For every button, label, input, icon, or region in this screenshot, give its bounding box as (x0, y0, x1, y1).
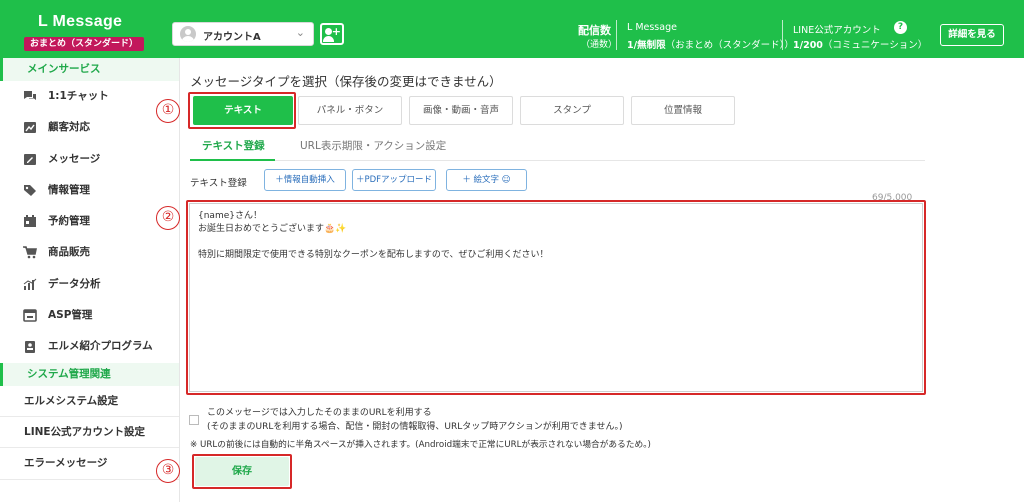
sidebar-item-label: 商品販売 (48, 246, 90, 259)
raw-url-option-note: (そのままのURLを利用する場合、配信・開封の情報取得、URLタップ時アクション… (207, 422, 623, 432)
top-header: L Message おまとめ（スタンダード） アカウントA ⌄ + 配信数 （通… (0, 0, 1024, 58)
help-icon[interactable]: ? (894, 21, 907, 34)
insert-info-button[interactable]: ＋情報自動挿入 (264, 169, 346, 191)
sidebar-item-label: エルメシステム設定 (24, 394, 119, 407)
sidebar-item-error-message[interactable]: エラーメッセージ (0, 448, 179, 480)
message-icon (24, 153, 36, 165)
emoji-button-label: ＋ 絵文字 (462, 175, 500, 185)
sidebar-item-reservation[interactable]: 予約管理 (0, 206, 179, 237)
page-title: メッセージタイプを選択（保存後の変更はできません） (190, 74, 502, 89)
annotation-marker-2: ② (156, 206, 180, 230)
tab-url-settings[interactable]: URL表示期限・アクション設定 (300, 138, 446, 153)
annotation-box-text-tab (188, 92, 296, 129)
sidebar-item-label: エラーメッセージ (24, 457, 108, 470)
sidebar-section-system: システム管理関連 (0, 362, 179, 386)
raw-url-option-label: このメッセージでは入力したそのままのURLを利用する (207, 408, 432, 418)
sidebar-item-system-settings[interactable]: エルメシステム設定 (0, 386, 179, 417)
tab-media[interactable]: 画像・動画・音声 (409, 96, 513, 125)
delivery-count-label: 配信数 (578, 24, 611, 37)
emoji-button[interactable]: ＋ 絵文字 ☺ (446, 169, 527, 191)
sidebar-item-message[interactable]: メッセージ (0, 144, 179, 175)
sidebar-item-chat[interactable]: 1:1チャット (0, 81, 179, 112)
sidebar-item-label: LINE公式アカウント設定 (24, 425, 146, 438)
sidebar-item-label: 情報管理 (48, 183, 90, 196)
analytics-icon (23, 278, 37, 290)
header-divider (782, 20, 783, 50)
add-account-button[interactable]: + (320, 23, 344, 45)
lmessage-plan: （おまとめ（スタンダード）） (665, 40, 794, 51)
line-account-name: LINE公式アカウント (793, 25, 881, 36)
account-select[interactable]: アカウントA ⌄ (172, 22, 314, 46)
avatar-icon (180, 26, 196, 42)
account-name: アカウントA (203, 32, 261, 43)
delivery-count-sub: （通数） (581, 40, 618, 50)
line-value: 1/200 (793, 40, 823, 51)
plus-icon: + (331, 25, 341, 38)
chevron-down-icon: ⌄ (295, 26, 305, 39)
sidebar-item-sales[interactable]: 商品販売 (0, 237, 179, 268)
raw-url-checkbox[interactable] (189, 415, 199, 425)
smiley-icon: ☺ (499, 175, 511, 185)
chat-icon (24, 91, 36, 100)
annotation-box-textarea (186, 200, 926, 395)
text-register-label: テキスト登録 (190, 178, 247, 189)
sidebar-item-asp[interactable]: ASP管理 (0, 300, 179, 331)
tag-icon (24, 184, 36, 196)
tab-location[interactable]: 位置情報 (631, 96, 735, 125)
app-title[interactable]: L Message (38, 13, 122, 31)
sidebar-item-info[interactable]: 情報管理 (0, 175, 179, 206)
plan-badge: おまとめ（スタンダード） (24, 37, 145, 51)
line-plan: （コミュニケーション） (822, 40, 928, 51)
customer-icon (24, 122, 36, 134)
line-usage: 1/200（コミュニケーション） (793, 37, 927, 51)
sidebar-item-label: 顧客対応 (48, 121, 90, 134)
tab-panel-button[interactable]: パネル・ボタン (298, 96, 402, 125)
header-divider (616, 20, 617, 50)
asp-icon (23, 309, 37, 322)
view-details-button[interactable]: 詳細を見る (940, 24, 1004, 46)
sidebar-item-label: ASP管理 (48, 309, 93, 322)
sidebar-item-label: 予約管理 (48, 215, 90, 228)
sidebar-item-line-settings[interactable]: LINE公式アカウント設定 (0, 417, 179, 449)
annotation-box-save (192, 454, 292, 489)
sidebar-item-label: エルメ紹介プログラム (48, 340, 153, 353)
tab-text-register[interactable]: テキスト登録 (202, 138, 265, 153)
active-tab-indicator (190, 159, 275, 161)
sidebar-item-referral[interactable]: エルメ紹介プログラム (0, 331, 179, 362)
pdf-upload-button[interactable]: ＋PDFアップロード (352, 169, 436, 191)
tab-stamp[interactable]: スタンプ (520, 96, 624, 125)
lmessage-usage: 1/無制限（おまとめ（スタンダード）） (627, 37, 794, 51)
url-spacing-note: ※ URLの前後には自動的に半角スペースが挿入されます。(Android端末で正… (190, 440, 651, 450)
sidebar-item-customer[interactable]: 顧客対応 (0, 112, 179, 143)
sidebar: メインサービス 1:1チャット 顧客対応 メッセージ 情報管理 予約管理 商品販… (0, 58, 180, 502)
sidebar-item-label: 1:1チャット (48, 90, 109, 102)
cart-icon (23, 246, 37, 259)
calendar-icon (24, 215, 36, 228)
divider (190, 160, 925, 161)
annotation-marker-3: ③ (156, 459, 180, 483)
lmessage-value: 1/無制限 (627, 40, 666, 51)
sidebar-item-label: メッセージ (48, 152, 101, 165)
sidebar-item-label: データ分析 (48, 277, 101, 290)
sidebar-item-analytics[interactable]: データ分析 (0, 269, 179, 300)
referral-icon (25, 341, 35, 354)
lmessage-name: L Message (627, 22, 677, 33)
annotation-marker-1: ① (156, 99, 180, 123)
sidebar-section-main: メインサービス (0, 58, 179, 81)
